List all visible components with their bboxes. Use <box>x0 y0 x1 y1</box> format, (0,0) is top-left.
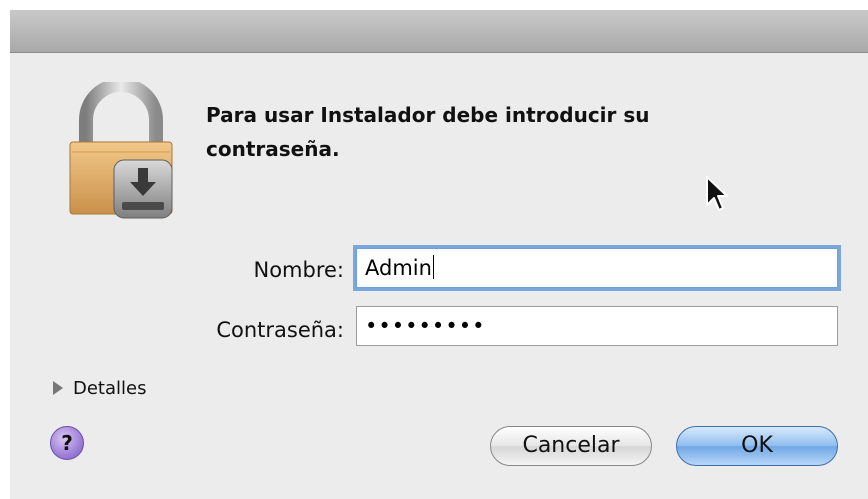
authentication-dialog: Para usar Instalador debe introducir su … <box>10 10 868 499</box>
text-caret <box>432 255 434 279</box>
ok-button[interactable]: OK <box>676 426 838 466</box>
help-button[interactable]: ? <box>50 426 84 460</box>
cancel-button[interactable]: Cancelar <box>490 426 652 466</box>
name-value: Admin <box>365 256 432 280</box>
name-field[interactable]: Admin <box>356 248 838 288</box>
password-value: ••••••••• <box>365 314 486 338</box>
dialog-titlebar[interactable] <box>10 10 868 53</box>
mouse-pointer-icon <box>706 176 728 211</box>
dialog-message: Para usar Instalador debe introducir su … <box>206 103 650 161</box>
details-disclosure[interactable]: Detalles <box>53 375 146 401</box>
password-field[interactable]: ••••••••• <box>356 306 838 346</box>
details-label: Detalles <box>73 377 147 399</box>
name-label: Nombre: <box>253 258 344 282</box>
disclosure-triangle-icon[interactable] <box>53 381 63 395</box>
padlock-installer-icon <box>69 82 173 219</box>
password-label: Contraseña: <box>216 318 344 342</box>
